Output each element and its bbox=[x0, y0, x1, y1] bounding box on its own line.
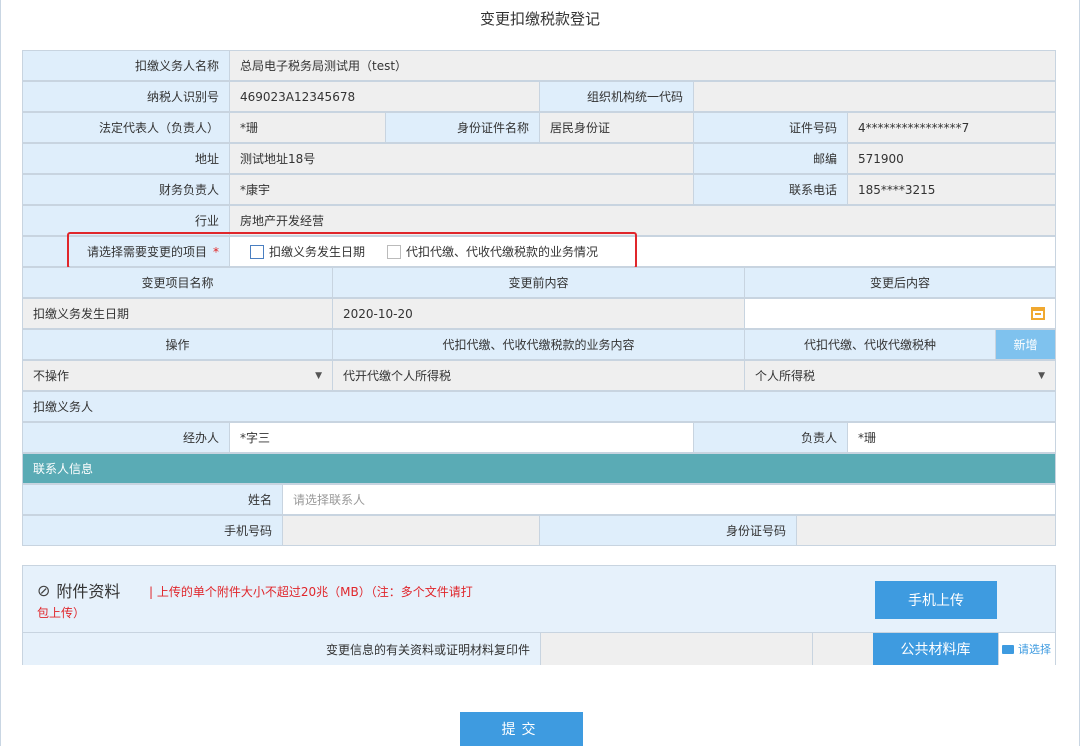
paperclip-icon: ⊘ bbox=[37, 580, 51, 600]
industry-value: 房地产开发经营 bbox=[229, 205, 1056, 236]
header-business-content: 代扣代缴、代收代缴税款的业务内容 bbox=[332, 329, 745, 360]
contact-name-label: 姓名 bbox=[22, 484, 283, 515]
attachments-title: 附件资料 bbox=[56, 582, 121, 601]
header-tax-type: 代扣代缴、代收代缴税种 bbox=[744, 329, 996, 360]
row-contact-header: 联系人信息 bbox=[22, 453, 1056, 484]
attachments-note-line2: 包上传） bbox=[37, 606, 86, 620]
contact-idcard-label: 身份证号码 bbox=[539, 515, 797, 546]
row-contact-name: 姓名 请选择联系人 bbox=[22, 484, 1056, 515]
contact-idcard-value bbox=[796, 515, 1056, 546]
phone-label: 联系电话 bbox=[693, 174, 848, 205]
id-type-value: 居民身份证 bbox=[539, 112, 694, 143]
change-after-input[interactable] bbox=[744, 298, 1056, 329]
row-change-headers: 变更项目名称 变更前内容 变更后内容 bbox=[22, 267, 1056, 298]
change-select-label-cell: 请选择需要变更的项目 * bbox=[22, 236, 230, 267]
org-code-label: 组织机构统一代码 bbox=[539, 81, 694, 112]
contact-section-title: 联系人信息 bbox=[22, 453, 1056, 484]
submit-button[interactable]: 提交 bbox=[460, 712, 583, 746]
folder-icon bbox=[1002, 644, 1014, 654]
operation-select[interactable]: 不操作 ▼ bbox=[22, 360, 333, 391]
business-content-value: 代开代缴个人所得税 bbox=[332, 360, 745, 391]
attachments-note-line1: | 上传的单个附件大小不超过20兆（MB）（注：多个文件请打 bbox=[149, 585, 473, 599]
change-select-label: 请选择需要变更的项目 bbox=[86, 245, 207, 259]
attachments-panel: ⊘ 附件资料 | 上传的单个附件大小不超过20兆（MB）（注：多个文件请打 包上… bbox=[22, 565, 1056, 665]
withholder-section-title: 扣缴义务人 bbox=[22, 391, 1056, 422]
withholder-name-label: 扣缴义务人名称 bbox=[22, 50, 230, 81]
browse-label: 请选择 bbox=[1018, 643, 1051, 656]
calendar-icon[interactable] bbox=[1031, 307, 1045, 320]
address-value: 测试地址18号 bbox=[229, 143, 694, 174]
header-change-before: 变更前内容 bbox=[332, 267, 745, 298]
industry-label: 行业 bbox=[22, 205, 230, 236]
tax-type-select[interactable]: 个人所得税 ▼ bbox=[744, 360, 1056, 391]
option-business-status[interactable]: 代扣代缴、代收代缴税款的业务情况 bbox=[387, 243, 598, 260]
page-title: 变更扣缴税款登记 bbox=[479, 10, 600, 28]
attachments-title-wrap: ⊘ 附件资料 bbox=[37, 578, 120, 602]
manager-input[interactable]: *珊 bbox=[847, 422, 1056, 453]
required-mark: * bbox=[213, 244, 219, 259]
mobile-upload-button[interactable]: 手机上传 bbox=[875, 581, 997, 619]
taxpayer-id-label: 纳税人识别号 bbox=[22, 81, 230, 112]
browse-button[interactable]: 请选择 bbox=[998, 633, 1055, 665]
id-no-label: 证件号码 bbox=[693, 112, 848, 143]
row-taxpayer-id: 纳税人识别号 469023A12345678 组织机构统一代码 bbox=[22, 81, 1056, 112]
chevron-down-icon: ▼ bbox=[315, 370, 322, 381]
postcode-value: 571900 bbox=[847, 143, 1056, 174]
attachment-file-row: 变更信息的有关资料或证明材料复印件 公共材料库 请选择 bbox=[23, 632, 1055, 665]
contact-name-input[interactable]: 请选择联系人 bbox=[282, 484, 1056, 515]
legal-rep-label: 法定代表人（负责人） bbox=[22, 112, 230, 143]
row-address: 地址 测试地址18号 邮编 571900 bbox=[22, 143, 1056, 174]
row-change-select: 请选择需要变更的项目 * 扣缴义务发生日期 代扣代缴、代收代缴税款的业务情况 bbox=[22, 236, 1056, 267]
attachment-file-field bbox=[541, 633, 813, 665]
option-withhold-date[interactable]: 扣缴义务发生日期 bbox=[250, 243, 365, 260]
row-legal-rep: 法定代表人（负责人） *珊 身份证件名称 居民身份证 证件号码 4*******… bbox=[22, 112, 1056, 143]
header-operation: 操作 bbox=[22, 329, 333, 360]
attachment-file-label: 变更信息的有关资料或证明材料复印件 bbox=[23, 633, 541, 665]
address-label: 地址 bbox=[22, 143, 230, 174]
option-withhold-date-label: 扣缴义务发生日期 bbox=[269, 245, 366, 259]
legal-rep-value: *珊 bbox=[229, 112, 386, 143]
id-type-label: 身份证件名称 bbox=[385, 112, 540, 143]
row-handler: 经办人 *字三 负责人 *珊 bbox=[22, 422, 1056, 453]
checkbox-business-status[interactable] bbox=[387, 244, 402, 259]
public-library-button[interactable]: 公共材料库 bbox=[873, 633, 998, 665]
finance-label: 财务负责人 bbox=[22, 174, 230, 205]
row-industry: 行业 房地产开发经营 bbox=[22, 205, 1056, 236]
org-code-value bbox=[693, 81, 1056, 112]
row-ops-data: 不操作 ▼ 代开代缴个人所得税 个人所得税 ▼ bbox=[22, 360, 1056, 391]
taxpayer-id-value: 469023A12345678 bbox=[229, 81, 540, 112]
operation-select-value: 不操作 bbox=[33, 369, 70, 383]
option-business-status-label: 代扣代缴、代收代缴税款的业务情况 bbox=[406, 245, 599, 259]
row-contact-mobile: 手机号码 身份证号码 bbox=[22, 515, 1056, 546]
withholder-name-value: 总局电子税务局测试用（test） bbox=[229, 50, 1056, 81]
postcode-label: 邮编 bbox=[693, 143, 848, 174]
change-name-value: 扣缴义务发生日期 bbox=[22, 298, 333, 329]
finance-value: *康宇 bbox=[229, 174, 694, 205]
phone-value: 185****3215 bbox=[847, 174, 1056, 205]
change-select-options: 扣缴义务发生日期 代扣代缴、代收代缴税款的业务情况 bbox=[229, 236, 1056, 267]
row-withholder-section: 扣缴义务人 bbox=[22, 391, 1056, 422]
row-ops-headers: 操作 代扣代缴、代收代缴税款的业务内容 代扣代缴、代收代缴税种 新增 bbox=[22, 329, 1056, 360]
contact-mobile-label: 手机号码 bbox=[22, 515, 283, 546]
checkbox-withhold-date[interactable] bbox=[250, 244, 264, 259]
contact-mobile-value bbox=[282, 515, 540, 546]
chevron-down-icon: ▼ bbox=[1038, 370, 1045, 381]
id-no-value: 4****************7 bbox=[847, 112, 1056, 143]
change-before-value: 2020-10-20 bbox=[332, 298, 745, 329]
header-change-name: 变更项目名称 bbox=[22, 267, 333, 298]
row-change-data: 扣缴义务发生日期 2020-10-20 bbox=[22, 298, 1056, 329]
row-finance: 财务负责人 *康宇 联系电话 185****3215 bbox=[22, 174, 1056, 205]
header-change-after: 变更后内容 bbox=[744, 267, 1056, 298]
handler-label: 经办人 bbox=[22, 422, 230, 453]
tax-type-select-value: 个人所得税 bbox=[755, 369, 816, 383]
row-withholder-name: 扣缴义务人名称 总局电子税务局测试用（test） bbox=[22, 50, 1056, 81]
manager-label: 负责人 bbox=[693, 422, 848, 453]
add-button[interactable]: 新增 bbox=[995, 329, 1056, 360]
handler-input[interactable]: *字三 bbox=[229, 422, 694, 453]
attachment-file-field-extra bbox=[813, 633, 873, 665]
